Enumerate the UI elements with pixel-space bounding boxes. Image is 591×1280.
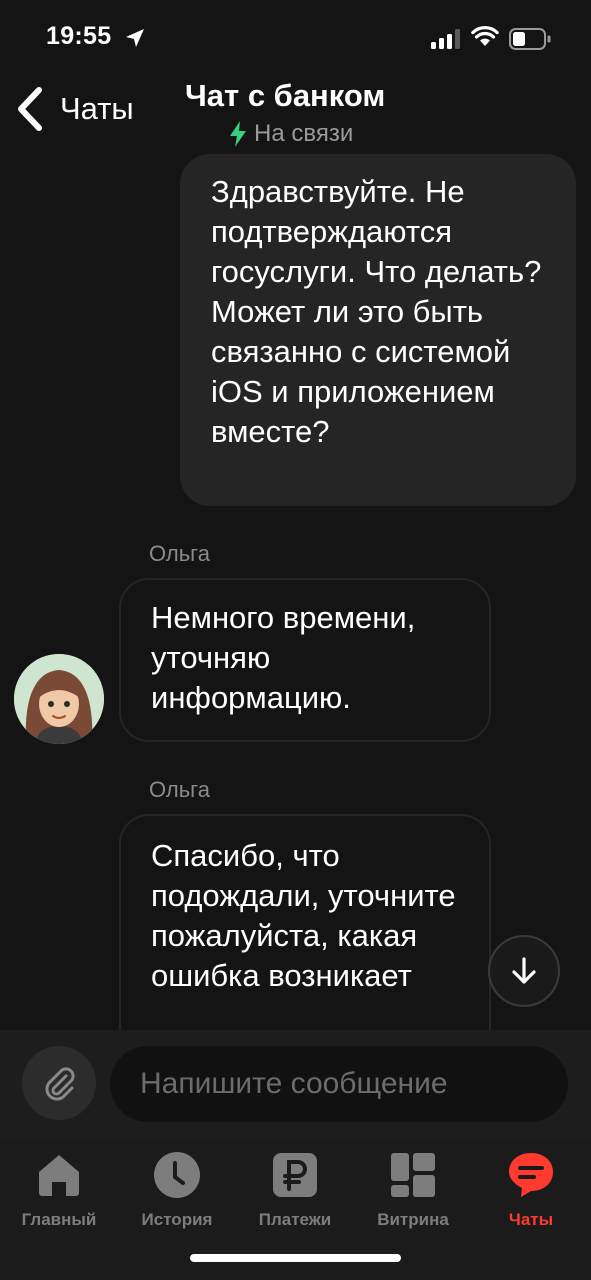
operator-message-bubble: Немного времени, уточняю информацию. — [119, 578, 491, 742]
online-status: На связи — [228, 120, 353, 148]
cellular-signal-icon — [431, 29, 460, 49]
wifi-icon — [471, 26, 499, 46]
tab-history[interactable]: История — [118, 1150, 236, 1240]
paperclip-icon — [45, 1067, 75, 1101]
tab-label: Витрина — [377, 1210, 449, 1229]
online-status-label: На связи — [254, 120, 354, 147]
message-composer — [0, 1030, 591, 1138]
message-input[interactable] — [110, 1046, 568, 1122]
home-icon — [39, 1155, 79, 1196]
ruble-icon — [273, 1153, 317, 1197]
battery-icon — [509, 28, 551, 50]
back-label: Чаты — [60, 91, 134, 126]
tab-home[interactable]: Главный — [0, 1150, 118, 1240]
tab-label: Платежи — [258, 1210, 332, 1229]
chat-header: Чаты Чат с банком На связи — [0, 78, 591, 154]
page-title: Чат с банком — [185, 78, 386, 113]
tab-label: Главный — [21, 1210, 97, 1229]
location-arrow-icon — [126, 29, 144, 47]
scroll-to-bottom-button[interactable] — [488, 935, 560, 1007]
chevron-left-icon — [18, 87, 42, 131]
tab-chats[interactable]: Чаты — [472, 1150, 590, 1240]
tab-payments[interactable]: Платежи — [236, 1150, 354, 1240]
chat-icon — [509, 1153, 553, 1197]
operator-avatar-illustration — [14, 654, 104, 744]
user-message-bubble: Здравствуйте. Не подтверждаются госуслуг… — [180, 154, 576, 506]
message-text: Здравствуйте. Не подтверждаются госуслуг… — [211, 174, 542, 449]
sender-name: Ольга — [149, 541, 210, 566]
arrow-down-icon — [512, 957, 536, 984]
tab-label: Чаты — [508, 1210, 554, 1229]
lightning-bolt-icon — [230, 121, 246, 147]
message-text: Немного времени, уточняю информацию. — [151, 600, 416, 715]
sender-name: Ольга — [149, 777, 210, 802]
clock-icon — [154, 1152, 200, 1198]
bottom-tab-bar: Главный История Платежи Витрина Чаты — [0, 1138, 591, 1280]
message-text: Спасибо, что подождали, уточните пожалуй… — [151, 838, 456, 993]
status-bar: 19:55 — [0, 0, 591, 80]
grid-icon — [391, 1153, 435, 1197]
tab-label: История — [141, 1210, 213, 1229]
attach-button[interactable] — [22, 1046, 96, 1120]
home-indicator — [190, 1254, 401, 1262]
back-button[interactable]: Чаты — [14, 86, 134, 132]
tab-showcase[interactable]: Витрина — [354, 1150, 472, 1240]
operator-avatar — [14, 654, 104, 744]
status-time: 19:55 — [46, 22, 112, 50]
